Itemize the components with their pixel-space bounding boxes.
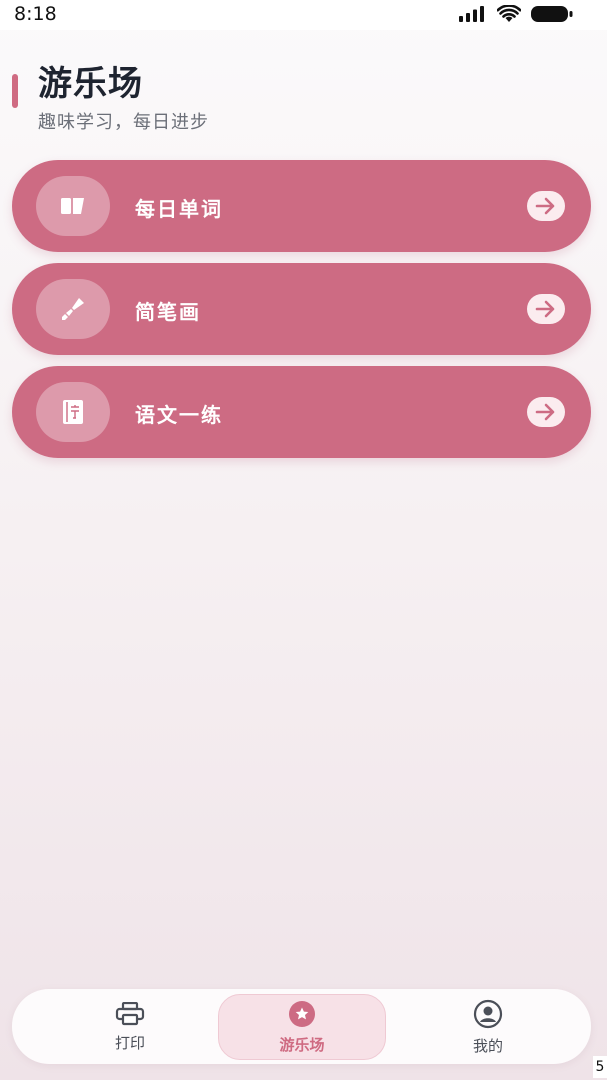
card-label: 每日单词 [135,197,223,221]
status-time: 8:18 [14,3,57,25]
star-badge-icon [289,1000,315,1027]
card-icon-badge [36,176,110,236]
tab-playground[interactable]: 游乐场 [218,994,386,1060]
card-icon-badge [36,382,110,442]
arrow-right-icon[interactable] [527,191,565,221]
page-subtitle: 趣味学习，每日进步 [38,112,209,133]
bottom-tab-bar: 打印 游乐场 我的 [12,989,591,1064]
card-label: 语文一练 [135,403,223,427]
status-bar: 8:18 [0,0,607,30]
tab-print[interactable]: 打印 [46,994,214,1060]
card-stick-drawing[interactable]: 简笔画 [12,263,591,355]
tab-label: 打印 [114,1033,145,1052]
card-icon-badge [36,279,110,339]
page-title: 游乐场 [38,64,143,104]
user-circle-icon [473,999,503,1028]
card-chinese-practice[interactable]: 语文一练 [12,366,591,458]
status-icons [459,5,573,23]
tab-label: 游乐场 [279,1035,325,1054]
tab-profile[interactable]: 我的 [404,994,572,1060]
tab-label: 我的 [472,1036,503,1055]
flashcards-icon [61,198,84,214]
page-header: 游乐场 趣味学习，每日进步 [0,50,607,140]
activity-list: 每日单词 简笔画 语文一练 [12,160,591,469]
wifi-icon [497,5,521,22]
corner-indicator: 5 [593,1056,607,1078]
title-accent-bar [12,74,18,108]
arrow-right-icon[interactable] [527,397,565,427]
paintbrush-icon [62,298,84,320]
printer-icon [115,1001,145,1025]
character-book-icon [63,400,83,424]
card-daily-words[interactable]: 每日单词 [12,160,591,252]
arrow-right-icon[interactable] [527,294,565,324]
signal-icon [459,6,484,22]
battery-icon [531,6,573,22]
card-label: 简笔画 [135,300,201,324]
